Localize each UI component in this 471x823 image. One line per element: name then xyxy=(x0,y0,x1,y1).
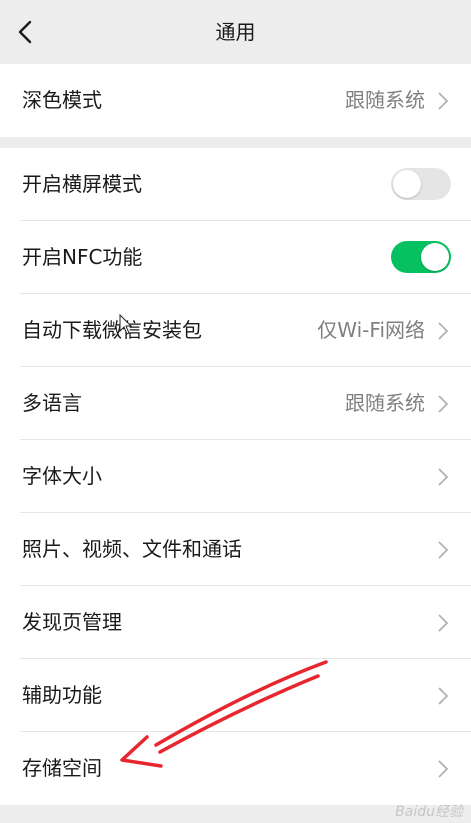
row-value: 仅Wi-Fi网络 xyxy=(317,318,425,342)
row-label: 自动下载微信安装包 xyxy=(22,318,202,342)
row-discover-management[interactable]: 发现页管理 xyxy=(0,586,471,659)
row-label: 开启NFC功能 xyxy=(22,245,143,269)
mouse-cursor-icon xyxy=(119,314,133,335)
row-font-size[interactable]: 字体大小 xyxy=(0,440,471,513)
page-title: 通用 xyxy=(215,20,256,44)
row-nfc[interactable]: 开启NFC功能 xyxy=(0,221,471,294)
row-media[interactable]: 照片、视频、文件和通话 xyxy=(0,513,471,586)
row-label: 发现页管理 xyxy=(22,610,122,634)
chevron-right-icon xyxy=(438,541,449,559)
row-value: 跟随系统 xyxy=(345,88,425,112)
row-language[interactable]: 多语言 跟随系统 xyxy=(0,367,471,440)
landscape-toggle[interactable] xyxy=(391,168,451,200)
toggle-knob xyxy=(393,170,421,198)
row-accessibility[interactable]: 辅助功能 xyxy=(0,659,471,732)
row-label: 开启横屏模式 xyxy=(22,172,142,196)
chevron-right-icon xyxy=(438,687,449,705)
chevron-right-icon xyxy=(438,92,449,110)
chevron-right-icon xyxy=(438,322,449,340)
toggle-knob xyxy=(421,243,449,271)
row-storage[interactable]: 存储空间 xyxy=(0,732,471,805)
row-label: 多语言 xyxy=(22,391,82,415)
nfc-toggle[interactable] xyxy=(391,241,451,273)
row-label: 存储空间 xyxy=(22,756,102,780)
settings-group-display: 深色模式 跟随系统 xyxy=(0,64,471,137)
settings-group-general: 开启横屏模式 开启NFC功能 自动下载微信安装包 仅Wi-Fi网络 多语言 跟随… xyxy=(0,148,471,805)
row-value: 跟随系统 xyxy=(345,391,425,415)
watermark: Baidu经验 xyxy=(395,804,463,820)
row-label: 深色模式 xyxy=(22,88,102,112)
chevron-right-icon xyxy=(438,395,449,413)
row-label: 辅助功能 xyxy=(22,683,102,707)
row-landscape-mode[interactable]: 开启横屏模式 xyxy=(0,148,471,221)
row-label: 字体大小 xyxy=(22,464,102,488)
row-dark-mode[interactable]: 深色模式 跟随系统 xyxy=(0,64,471,137)
row-label: 照片、视频、文件和通话 xyxy=(22,537,242,561)
nav-bar: 通用 xyxy=(0,0,471,64)
chevron-right-icon xyxy=(438,614,449,632)
chevron-right-icon xyxy=(438,468,449,486)
row-auto-download[interactable]: 自动下载微信安装包 仅Wi-Fi网络 xyxy=(0,294,471,367)
chevron-right-icon xyxy=(438,760,449,778)
